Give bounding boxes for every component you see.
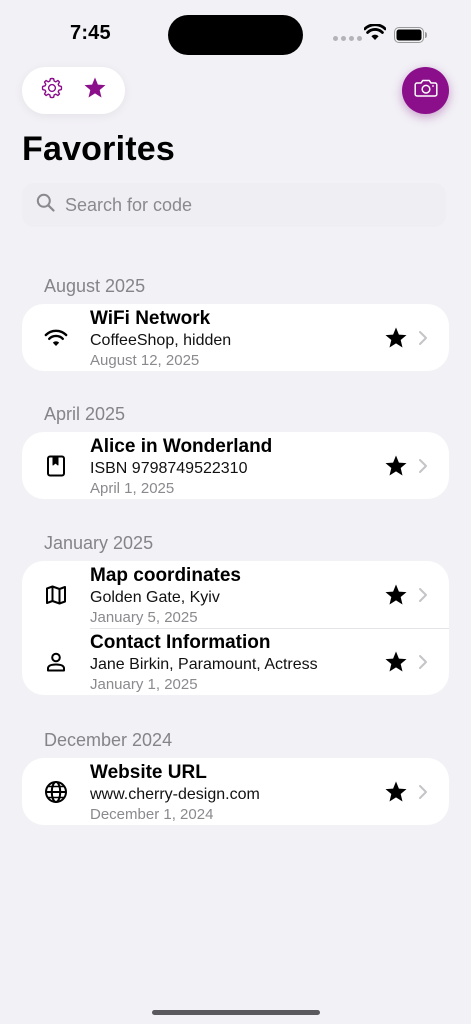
item-date: August 12, 2025 [90, 352, 200, 369]
wifi-icon [44, 326, 68, 350]
section-header: January 2025 [44, 533, 154, 553]
chevron-right-icon [418, 587, 428, 603]
settings-button[interactable] [32, 71, 72, 111]
star-icon[interactable] [384, 454, 408, 478]
cellular-signal-icon [333, 36, 362, 41]
item-title: Alice in Wonderland [90, 436, 273, 457]
book-icon [44, 454, 68, 478]
star-filled-icon [83, 76, 107, 105]
section-card: Website URL www.cherry-design.com Decemb… [22, 758, 449, 825]
section-header: August 2025 [44, 276, 146, 296]
list-item[interactable]: Alice in Wonderland ISBN 9798749522310 A… [22, 432, 449, 499]
status-time: 7:45 [70, 22, 111, 44]
chevron-right-icon [418, 330, 428, 346]
gear-icon [40, 76, 64, 105]
section-card: Map coordinates Golden Gate, Kyiv Januar… [22, 561, 449, 695]
item-subtitle: Golden Gate, Kyiv [90, 589, 220, 606]
section-header: April 2025 [44, 404, 126, 424]
item-date: January 1, 2025 [90, 676, 198, 693]
list-item[interactable]: Map coordinates Golden Gate, Kyiv Januar… [22, 561, 449, 628]
camera-icon [413, 78, 438, 103]
item-title: Map coordinates [90, 565, 241, 586]
item-title: Website URL [90, 762, 207, 783]
globe-icon [44, 780, 68, 804]
section-header: December 2024 [44, 730, 173, 750]
list-item[interactable]: Website URL www.cherry-design.com Decemb… [22, 758, 449, 825]
search-icon [36, 193, 55, 217]
item-title: Contact Information [90, 632, 271, 653]
top-toolbar [22, 67, 125, 114]
map-icon [44, 583, 68, 607]
star-icon[interactable] [384, 326, 408, 350]
item-date: April 1, 2025 [90, 480, 175, 497]
page-title: Favorites [22, 130, 175, 168]
search-bar[interactable] [22, 183, 446, 227]
chevron-right-icon [418, 654, 428, 670]
person-icon [44, 650, 68, 674]
list-item[interactable]: Contact Information Jane Birkin, Paramou… [22, 628, 449, 695]
item-subtitle: ISBN 9798749522310 [90, 460, 248, 477]
star-icon[interactable] [384, 650, 408, 674]
section-card: Alice in Wonderland ISBN 9798749522310 A… [22, 432, 449, 499]
battery-icon [394, 27, 428, 48]
item-title: WiFi Network [90, 308, 211, 329]
item-date: December 1, 2024 [90, 806, 214, 823]
star-icon[interactable] [384, 583, 408, 607]
camera-button[interactable] [402, 67, 449, 114]
favorites-button[interactable] [75, 71, 115, 111]
item-date: January 5, 2025 [90, 609, 198, 626]
list-item[interactable]: WiFi Network CoffeeShop, hidden August 1… [22, 304, 449, 371]
section-card: WiFi Network CoffeeShop, hidden August 1… [22, 304, 449, 371]
home-indicator[interactable] [152, 1010, 320, 1015]
chevron-right-icon [418, 784, 428, 800]
star-icon[interactable] [384, 780, 408, 804]
wifi-status-icon [363, 23, 387, 46]
search-input[interactable] [65, 194, 425, 216]
chevron-right-icon [418, 458, 428, 474]
item-subtitle: Jane Birkin, Paramount, Actress [90, 656, 318, 673]
dynamic-island [168, 15, 303, 55]
item-subtitle: www.cherry-design.com [90, 786, 260, 803]
item-subtitle: CoffeeShop, hidden [90, 332, 232, 349]
